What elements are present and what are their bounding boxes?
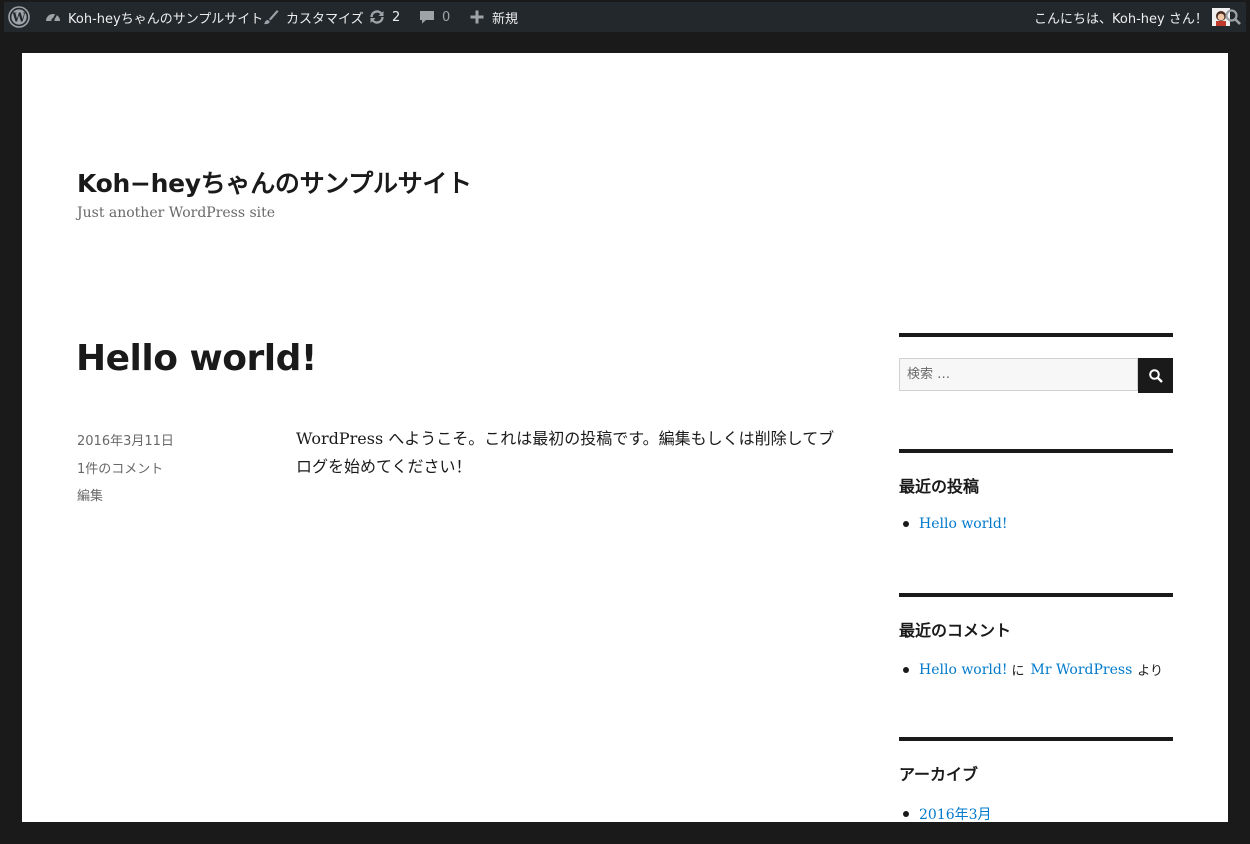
search-input[interactable] <box>900 359 1137 390</box>
comment-connector: に <box>1011 664 1025 679</box>
archive-link[interactable]: 2016年3月 <box>919 804 992 822</box>
comment-author-link[interactable]: Mr WordPress <box>1031 662 1133 678</box>
customize-menu[interactable]: カスタマイズ <box>262 2 364 32</box>
list-item: 2016年3月 <box>899 804 992 822</box>
site-description: Just another WordPress site <box>77 205 276 221</box>
bullet <box>903 521 909 527</box>
comments-count: 0 <box>442 9 451 25</box>
wordpress-logo-icon[interactable]: W <box>8 2 30 32</box>
brush-icon <box>262 8 280 26</box>
bullet <box>903 811 909 817</box>
search-icon <box>1148 368 1164 384</box>
comment-icon <box>418 8 436 26</box>
comments-link[interactable]: 1件のコメント <box>77 458 163 477</box>
comment-suffix: より <box>1137 664 1164 679</box>
site-page: Koh−heyちゃんのサンプルサイト Just another WordPres… <box>22 53 1228 822</box>
updates-menu[interactable]: 2 <box>368 2 400 32</box>
new-label: 新規 <box>492 11 519 27</box>
dashboard-icon <box>44 8 62 26</box>
post-content: WordPress へようこそ。これは最初の投稿です。編集もしくは削除してブログ… <box>296 429 835 476</box>
account-menu[interactable]: こんにちは、Koh-hey さん！ <box>1034 2 1230 32</box>
post-date[interactable]: 2016年3月11日 <box>77 430 174 449</box>
greeting-label: こんにちは、Koh-hey さん！ <box>1034 11 1208 27</box>
adminbar-search-button[interactable] <box>1224 2 1242 32</box>
list-item: Hello world! に Mr WordPress より <box>899 660 1163 679</box>
comments-menu[interactable]: 0 <box>418 2 450 32</box>
widget-divider <box>899 593 1173 597</box>
updates-icon <box>368 8 386 26</box>
list-item: Hello world! <box>899 516 1008 532</box>
search-icon <box>1224 8 1242 26</box>
search-button[interactable] <box>1138 358 1173 393</box>
comment-post-link[interactable]: Hello world! <box>919 662 1008 678</box>
updates-count: 2 <box>392 9 401 25</box>
new-content-menu[interactable]: 新規 <box>468 2 518 32</box>
recent-posts-title: 最近の投稿 <box>899 477 980 496</box>
svg-text:W: W <box>11 11 26 25</box>
widget-divider <box>899 333 1173 337</box>
bullet <box>903 666 909 673</box>
widget-divider <box>899 449 1173 453</box>
widget-divider <box>899 737 1173 741</box>
site-name-label: Koh-heyちゃんのサンプルサイト <box>68 11 264 27</box>
archives-title: アーカイブ <box>899 765 979 784</box>
admin-bar: W Koh-heyちゃんのサンプルサイト カスタマイズ 2 0 新規 こんにちは… <box>4 2 1246 32</box>
site-name-menu[interactable]: Koh-heyちゃんのサンプルサイト <box>44 2 263 32</box>
customize-label: カスタマイズ <box>286 11 364 27</box>
plus-icon <box>468 8 486 26</box>
site-title[interactable]: Koh−heyちゃんのサンプルサイト <box>77 164 472 200</box>
post-title[interactable]: Hello world! <box>76 338 317 379</box>
search-field[interactable] <box>899 358 1138 391</box>
edit-link[interactable]: 編集 <box>77 485 103 504</box>
recent-comments-title: 最近のコメント <box>899 621 1012 640</box>
recent-post-link[interactable]: Hello world! <box>919 516 1008 532</box>
